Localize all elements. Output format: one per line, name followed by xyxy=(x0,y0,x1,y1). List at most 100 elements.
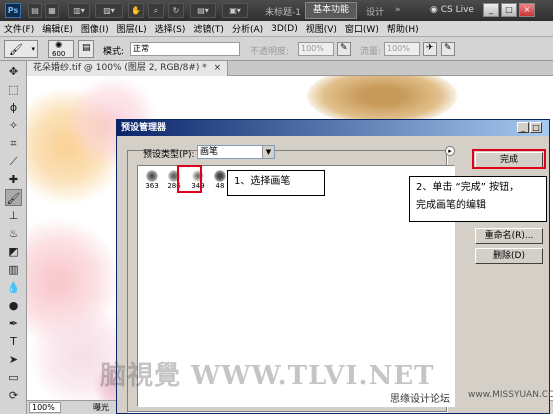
step2-callout: 2、单击 “完成” 按钮， 完成画笔的编辑 xyxy=(409,176,547,222)
cs-live-icon: ◉ xyxy=(430,5,438,15)
restore-button[interactable]: □ xyxy=(501,3,517,17)
menu-edit[interactable]: 编辑(E) xyxy=(38,22,77,35)
airbrush-toggle[interactable]: ✈ xyxy=(423,42,437,56)
path-selection-tool-icon[interactable]: ➤ xyxy=(5,351,22,368)
tool-preset-picker[interactable]: 🖌 ▾ xyxy=(4,40,38,58)
step2-line2: 完成画笔的编辑 xyxy=(416,200,486,211)
brush-preset-picker[interactable]: ✺ 600 xyxy=(48,40,74,58)
marquee-tool-icon[interactable]: ⬚ xyxy=(5,81,22,98)
shape-tool-icon[interactable]: ▭ xyxy=(5,369,22,386)
menu-analysis[interactable]: 分析(A) xyxy=(228,22,267,35)
size-pressure-icon: ✎ xyxy=(444,43,452,53)
menu-view[interactable]: 视图(V) xyxy=(302,22,341,35)
3d-rotate-tool-icon[interactable]: ⟳ xyxy=(5,387,22,404)
opacity-pressure-toggle[interactable]: ✎ xyxy=(337,42,351,56)
size-pressure-toggle[interactable]: ✎ xyxy=(441,42,455,56)
menu-filter[interactable]: 滤镜(T) xyxy=(189,22,228,35)
preset-type-label: 预设类型(P): xyxy=(143,150,195,160)
flyout-menu-icon[interactable]: ▸ xyxy=(445,146,455,156)
mode-label: 模式: xyxy=(103,47,125,57)
highlight-selected-brush xyxy=(177,165,202,193)
brush-preset-item[interactable]: 363 xyxy=(142,170,162,194)
airbrush-icon: ✈ xyxy=(426,43,434,53)
bridge-icon[interactable]: ▤ xyxy=(28,3,42,18)
brush-tip-icon xyxy=(214,170,226,182)
pen-tool-icon[interactable]: ✒ xyxy=(5,315,22,332)
eyedropper-tool-icon[interactable]: ⟋ xyxy=(5,153,22,170)
brush-tool-icon[interactable]: 🖌 xyxy=(5,189,22,206)
lasso-tool-icon[interactable]: ϕ xyxy=(5,99,22,116)
options-bar: 🖌 ▾ ✺ 600 ▤ 模式: 正常 不透明度: 100% ✎ 流量: 100%… xyxy=(0,37,553,61)
minimize-button[interactable]: _ xyxy=(483,3,499,17)
step2-line1: 2、单击 “完成” 按钮， xyxy=(416,182,520,193)
workspace-essentials-button[interactable]: 基本功能 xyxy=(305,2,357,19)
crop-tool-icon[interactable]: ⌗ xyxy=(5,135,22,152)
menu-3d[interactable]: 3D(D) xyxy=(267,24,302,34)
opacity-label: 不透明度: xyxy=(250,47,290,57)
brush-tool-icon: 🖌 xyxy=(9,43,23,56)
flow-input[interactable]: 100% xyxy=(384,42,420,56)
quick-select-tool-icon[interactable]: ✧ xyxy=(5,117,22,134)
cs-live-label: CS Live xyxy=(440,5,474,15)
menu-help[interactable]: 帮助(H) xyxy=(383,22,423,35)
dialog-maximize-button[interactable]: □ xyxy=(530,122,542,133)
zoom-tool-icon[interactable]: ⌕ xyxy=(148,3,164,18)
dodge-tool-icon[interactable]: ● xyxy=(5,297,22,314)
cs-live-button[interactable]: ◉ CS Live xyxy=(430,5,474,15)
workspace-design-button[interactable]: 设计 xyxy=(366,5,384,18)
brush-size-label: 48 xyxy=(215,182,225,190)
menu-file[interactable]: 文件(F) xyxy=(0,22,38,35)
arrange-documents-icon[interactable]: ▤▾ xyxy=(190,3,216,18)
minibridge-icon[interactable]: ▦ xyxy=(45,3,59,18)
menu-bar: 文件(F) 编辑(E) 图像(I) 图层(L) 选择(S) 滤镜(T) 分析(A… xyxy=(0,21,553,37)
workspace-more-button[interactable]: » xyxy=(395,5,401,15)
forum-watermark: 思缘设计论坛 xyxy=(390,394,450,405)
rotate-view-icon[interactable]: ↻ xyxy=(168,3,184,18)
chevron-down-icon: ▾ xyxy=(31,45,35,53)
menu-image[interactable]: 图像(I) xyxy=(77,22,113,35)
photoshop-logo: Ps xyxy=(5,3,21,18)
dialog-close-button[interactable] xyxy=(543,122,549,133)
pressure-icon: ✎ xyxy=(340,43,348,53)
brush-panel-icon: ▤ xyxy=(82,43,91,53)
delete-button[interactable]: 删除(D) xyxy=(475,248,543,264)
preset-type-select[interactable]: 画笔 ▼ xyxy=(197,145,275,159)
healing-brush-tool-icon[interactable]: ✚ xyxy=(5,171,22,188)
dialog-minimize-button[interactable]: _ xyxy=(517,122,529,133)
missyuan-watermark: www.MISSYUAN.COM xyxy=(468,390,553,400)
screen-mode-icon[interactable]: ▣▾ xyxy=(222,3,248,18)
hand-tool-icon[interactable]: ✋ xyxy=(128,3,144,18)
menu-layer[interactable]: 图层(L) xyxy=(113,22,151,35)
move-tool-icon[interactable]: ✥ xyxy=(5,63,22,80)
eraser-tool-icon[interactable]: ◩ xyxy=(5,243,22,260)
zoom-level-icon[interactable]: ▨▾ xyxy=(95,3,123,18)
status-text: 曝光 xyxy=(93,403,109,412)
zoom-field[interactable]: 100% xyxy=(29,402,61,413)
mode-select[interactable]: 正常 xyxy=(130,42,240,56)
history-brush-tool-icon[interactable]: ♨ xyxy=(5,225,22,242)
blur-tool-icon[interactable]: 💧 xyxy=(5,279,22,296)
tab-close-icon[interactable]: × xyxy=(214,63,222,73)
menu-select[interactable]: 选择(S) xyxy=(151,22,190,35)
chevron-down-icon: ▼ xyxy=(262,146,274,158)
close-button[interactable]: × xyxy=(519,3,535,17)
clone-stamp-tool-icon[interactable]: ⊥ xyxy=(5,207,22,224)
document-tab-bar: 花朵婚纱.tif @ 100% (图层 2, RGB/8#) * × xyxy=(27,61,553,76)
opacity-input[interactable]: 100% xyxy=(298,42,334,56)
document-tab-label: 花朵婚纱.tif @ 100% (图层 2, RGB/8#) * xyxy=(33,63,207,73)
type-tool-icon[interactable]: T xyxy=(5,333,22,350)
gradient-tool-icon[interactable]: ▥ xyxy=(5,261,22,278)
dialog-title: 预设管理器 xyxy=(117,120,549,136)
rename-button[interactable]: 重命名(R)... xyxy=(475,228,543,244)
brush-panel-toggle[interactable]: ▤ xyxy=(78,40,94,58)
brush-size-label: 363 xyxy=(145,182,159,190)
preset-type-value: 画笔 xyxy=(200,147,219,157)
app-titlebar: Ps ▤ ▦ ▥▾ ▨▾ ✋ ⌕ ↻ ▤▾ ▣▾ 未标题-1 基本功能 设计 »… xyxy=(0,0,553,21)
tlvi-watermark: 脑視覺 WWW.TLVI.NET xyxy=(100,361,435,391)
document-tab[interactable]: 花朵婚纱.tif @ 100% (图层 2, RGB/8#) * × xyxy=(27,61,229,76)
menu-window[interactable]: 窗口(W) xyxy=(341,22,383,35)
highlight-done-button xyxy=(472,149,546,169)
extras-icon[interactable]: ▥▾ xyxy=(68,3,90,18)
document-title: 未标题-1 xyxy=(265,8,301,18)
brush-size-value: 600 xyxy=(52,50,66,58)
